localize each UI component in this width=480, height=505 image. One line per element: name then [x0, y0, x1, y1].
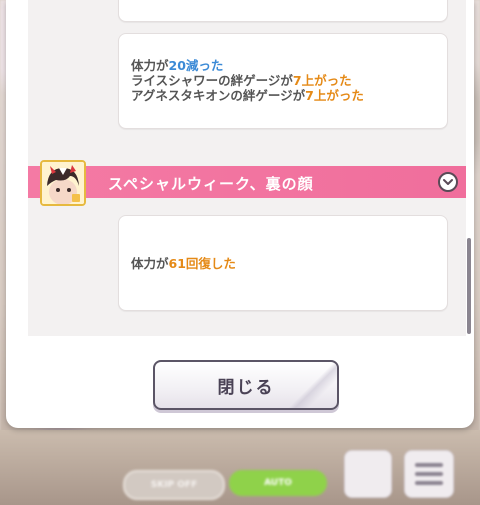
auto-button[interactable]: AUTO — [229, 470, 327, 496]
character-portrait — [40, 160, 86, 206]
event-result-card: 体力が20減った ライスシャワーの絆ゲージが7上がった アグネスタキオンの絆ゲー… — [118, 33, 448, 129]
log-icon[interactable] — [344, 450, 392, 498]
event-log-scroll-area[interactable]: 体力が20減った ライスシャワーの絆ゲージが7上がった アグネスタキオンの絆ゲー… — [28, 0, 466, 336]
character-avatar-icon — [42, 162, 84, 204]
chevron-down-icon[interactable] — [438, 172, 458, 192]
skip-toggle-button[interactable]: SKIP OFF — [123, 470, 225, 500]
event-header[interactable]: スペシャルウィーク、裏の顔 — [28, 166, 466, 198]
result-line: アグネスタキオンの絆ゲージが7上がった — [131, 88, 364, 103]
event-title: スペシャルウィーク、裏の顔 — [108, 175, 314, 193]
result-line: 体力が61回復した — [131, 256, 236, 271]
result-line: ライスシャワーの絆ゲージが7上がった — [131, 73, 352, 88]
close-button[interactable]: 閉じる — [153, 360, 339, 410]
menu-icon[interactable] — [404, 450, 454, 498]
close-button-label: 閉じる — [217, 377, 275, 398]
scrollbar-thumb[interactable] — [467, 238, 471, 334]
event-log-dialog: 体力が20減った ライスシャワーの絆ゲージが7上がった アグネスタキオンの絆ゲー… — [6, 0, 474, 428]
event-result-card-partial — [118, 0, 448, 22]
result-line: 体力が20減った — [131, 58, 224, 73]
event-result-card: 体力が61回復した — [118, 215, 448, 311]
